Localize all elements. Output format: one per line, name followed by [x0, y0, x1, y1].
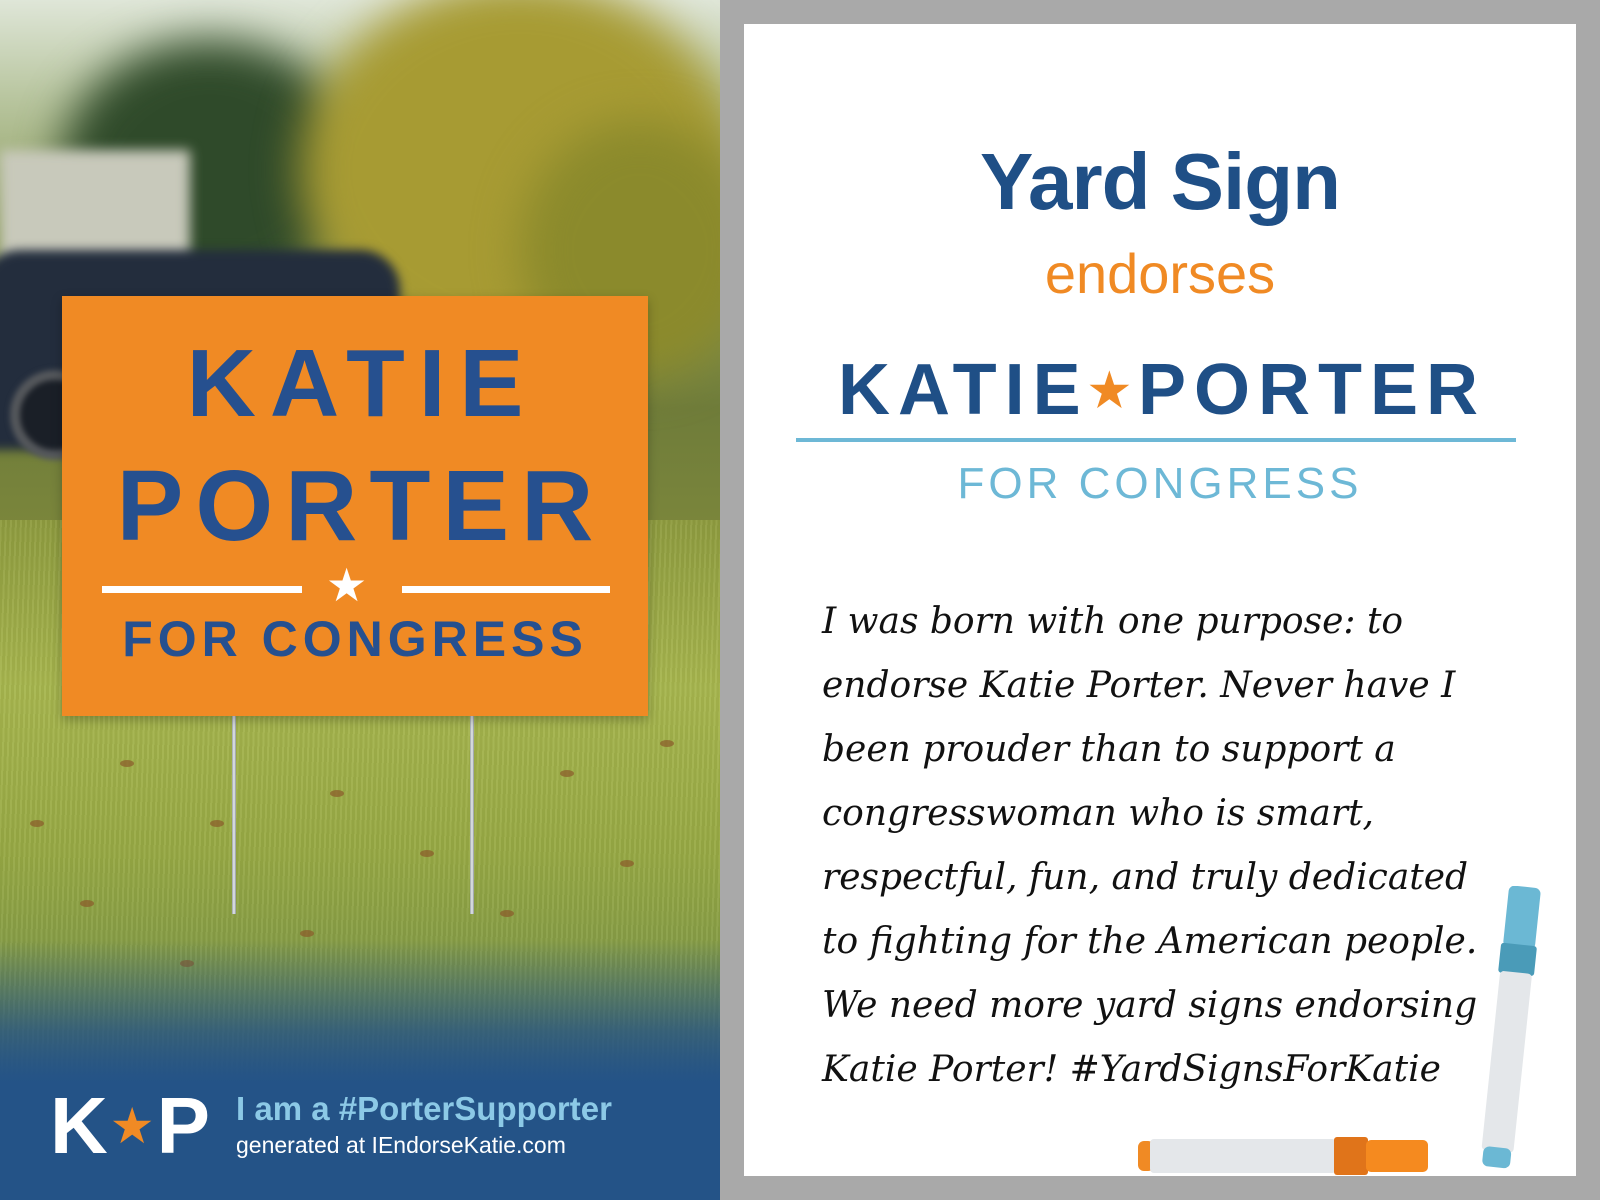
candidate-name: KATIE ★ PORTER: [792, 354, 1532, 426]
sign-last-name: PORTER: [116, 450, 606, 562]
sign-divider: [402, 586, 610, 593]
quote-line: been prouder than to support a: [822, 729, 1396, 770]
quote-line: endorse Katie Porter. Never have I: [822, 665, 1456, 706]
sign-stake: [470, 716, 474, 914]
generated-credit: generated at IEndorseKatie.com: [236, 1132, 566, 1158]
logo-letter-p: P: [156, 1081, 210, 1170]
star-icon: ★: [326, 559, 368, 611]
quote-line: to fighting for the American people.: [822, 921, 1478, 962]
quote-line: Katie Porter! #YardSignsForKatie: [822, 1049, 1441, 1090]
candidate-last-name: PORTER: [1137, 350, 1486, 430]
quote-line: We need more yard signs endorsing: [822, 985, 1478, 1026]
yard-sign-photo: KATIE PORTER ★ FOR CONGRESS K ★ P I am a…: [0, 0, 720, 1200]
candidate-first-name: KATIE: [838, 350, 1089, 430]
card-title: Yard Sign: [980, 137, 1341, 226]
yard-sign: KATIE PORTER ★ FOR CONGRESS: [62, 296, 648, 716]
supporter-tagline: I am a #PorterSupporter: [236, 1090, 612, 1127]
endorsement-card: Yard Sign endorses KATIE ★ PORTER FOR CO…: [744, 24, 1576, 1176]
sign-divider: [102, 586, 302, 593]
endorsement-quote: I was born with one purpose: to endorse …: [822, 590, 1502, 1102]
blue-marker-icon: [1481, 886, 1541, 1169]
sign-stake: [232, 716, 236, 914]
kp-logo: K ★ P: [50, 1086, 210, 1166]
card-subtitle: endorses: [1044, 242, 1276, 305]
star-icon: ★: [109, 1098, 155, 1154]
logo-letter-k: K: [50, 1081, 108, 1170]
orange-marker-icon: [1138, 1137, 1428, 1175]
quote-line: respectful, fun, and truly dedicated: [822, 857, 1469, 898]
name-underline: [796, 438, 1516, 442]
sign-first-name: KATIE: [186, 330, 538, 437]
star-icon: ★: [1088, 364, 1130, 416]
quote-line: I was born with one purpose: to: [822, 601, 1404, 642]
quote-line: congresswoman who is smart,: [822, 793, 1374, 834]
sign-office: FOR CONGRESS: [122, 611, 588, 667]
candidate-office: FOR CONGRESS: [957, 459, 1363, 508]
